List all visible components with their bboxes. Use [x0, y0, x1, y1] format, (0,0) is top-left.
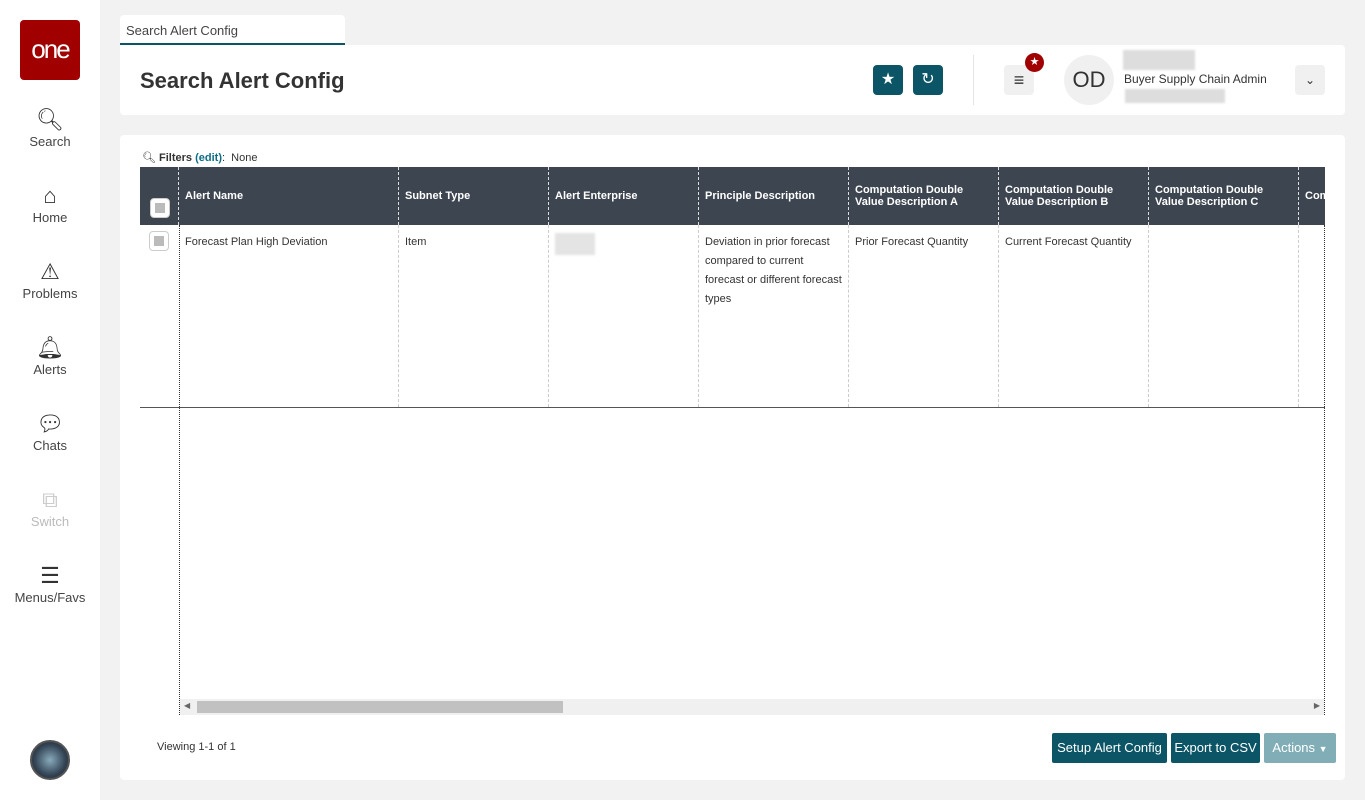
- scroll-right-icon[interactable]: ▶: [1314, 701, 1320, 710]
- filters-edit-link[interactable]: (edit): [195, 152, 222, 164]
- bell-icon: 🔔︎: [36, 335, 64, 360]
- column-header[interactable]: Computation Double Value Description B: [999, 167, 1149, 225]
- nav-label: Menus/Favs: [14, 590, 86, 605]
- nav-menus-favs[interactable]: ☰ Menus/Favs: [0, 563, 100, 606]
- user-role: Buyer Supply Chain Admin: [1124, 72, 1267, 86]
- nav-home[interactable]: ⌂ Home: [0, 183, 100, 226]
- row-checkbox[interactable]: [149, 231, 169, 251]
- logo[interactable]: one: [20, 20, 80, 80]
- user-dropdown-button[interactable]: ⌄: [1295, 65, 1325, 95]
- filters-bar: 🔍︎ Filters (edit): None: [142, 152, 258, 164]
- refresh-button[interactable]: ↻: [913, 65, 943, 95]
- sidebar: one 🔍︎ Search ⌂ Home ⚠ Problems 🔔︎ Alerts 💬︎…: [0, 0, 100, 800]
- filters-label: Filters: [159, 152, 193, 164]
- page-title: Search Alert Config: [140, 68, 345, 93]
- nav-problems[interactable]: ⚠ Problems: [0, 259, 100, 302]
- nav-alerts[interactable]: 🔔︎ Alerts: [0, 335, 100, 378]
- grid-body: [179, 225, 1325, 715]
- results-table: Alert Name Subnet Type Alert Enterprise …: [140, 167, 1325, 715]
- nav-label: Chats: [33, 438, 67, 453]
- home-icon: ⌂: [43, 183, 57, 208]
- search-icon: 🔍︎: [36, 107, 64, 132]
- scrollbar-thumb[interactable]: [197, 701, 563, 713]
- nav-label: Switch: [30, 514, 70, 529]
- export-csv-button[interactable]: Export to CSV: [1171, 733, 1260, 763]
- filters-value: None: [231, 152, 258, 164]
- actions-label: Actions: [1272, 740, 1316, 755]
- favorite-button[interactable]: ★: [873, 65, 903, 95]
- nav-label: Alerts: [33, 362, 67, 377]
- column-header[interactable]: Computation Double Value Description C: [1149, 167, 1299, 225]
- results-panel: 🔍︎ Filters (edit): None Alert Name Subne…: [120, 135, 1345, 780]
- redacted-user-name: [1123, 50, 1195, 70]
- column-header[interactable]: Subnet Type: [399, 167, 549, 225]
- select-all-checkbox[interactable]: [150, 198, 170, 218]
- star-icon: ★: [880, 71, 896, 88]
- horizontal-scrollbar[interactable]: ◀ ▶: [180, 699, 1324, 715]
- setup-alert-config-button[interactable]: Setup Alert Config: [1052, 733, 1167, 763]
- redacted-org: [1125, 89, 1225, 103]
- column-header[interactable]: Computation Double Value: [1299, 167, 1325, 225]
- switch-icon: ⧉: [42, 487, 58, 512]
- chat-icon: 💬︎: [36, 411, 64, 436]
- warning-icon: ⚠: [40, 259, 60, 284]
- star-badge-icon: ★: [1025, 53, 1044, 72]
- refresh-icon: ↻: [921, 71, 935, 88]
- nav-label: Home: [32, 210, 68, 225]
- page-header: Search Alert Config ★ ↻ ≡ ★ OD Buyer Sup…: [120, 45, 1345, 115]
- nav-label: Search: [29, 134, 71, 149]
- caret-down-icon: ▼: [1318, 744, 1328, 754]
- nav-switch: ⧉ Switch: [0, 487, 100, 530]
- divider: [973, 55, 974, 105]
- actions-button[interactable]: Actions ▼: [1264, 733, 1336, 763]
- chevron-down-icon: ⌄: [1304, 73, 1316, 87]
- column-header[interactable]: Principle Description: [699, 167, 849, 225]
- hamburger-icon: ≡: [1013, 70, 1025, 90]
- nav-label: Problems: [22, 286, 78, 301]
- select-all-header: [140, 167, 179, 225]
- avatar[interactable]: OD: [1064, 55, 1114, 105]
- nav-chats[interactable]: 💬︎ Chats: [0, 411, 100, 454]
- menu-icon: ☰: [40, 563, 60, 588]
- column-header[interactable]: Computation Double Value Description A: [849, 167, 999, 225]
- nav-search[interactable]: 🔍︎ Search: [0, 107, 100, 150]
- scroll-left-icon[interactable]: ◀: [184, 701, 190, 710]
- assistant-avatar[interactable]: [30, 740, 70, 780]
- column-header[interactable]: Alert Enterprise: [549, 167, 699, 225]
- column-header[interactable]: Alert Name: [179, 167, 399, 225]
- tab-search-alert-config[interactable]: Search Alert Config: [120, 15, 345, 45]
- pagination-info: Viewing 1-1 of 1: [157, 741, 236, 753]
- search-icon: 🔍︎: [142, 152, 156, 164]
